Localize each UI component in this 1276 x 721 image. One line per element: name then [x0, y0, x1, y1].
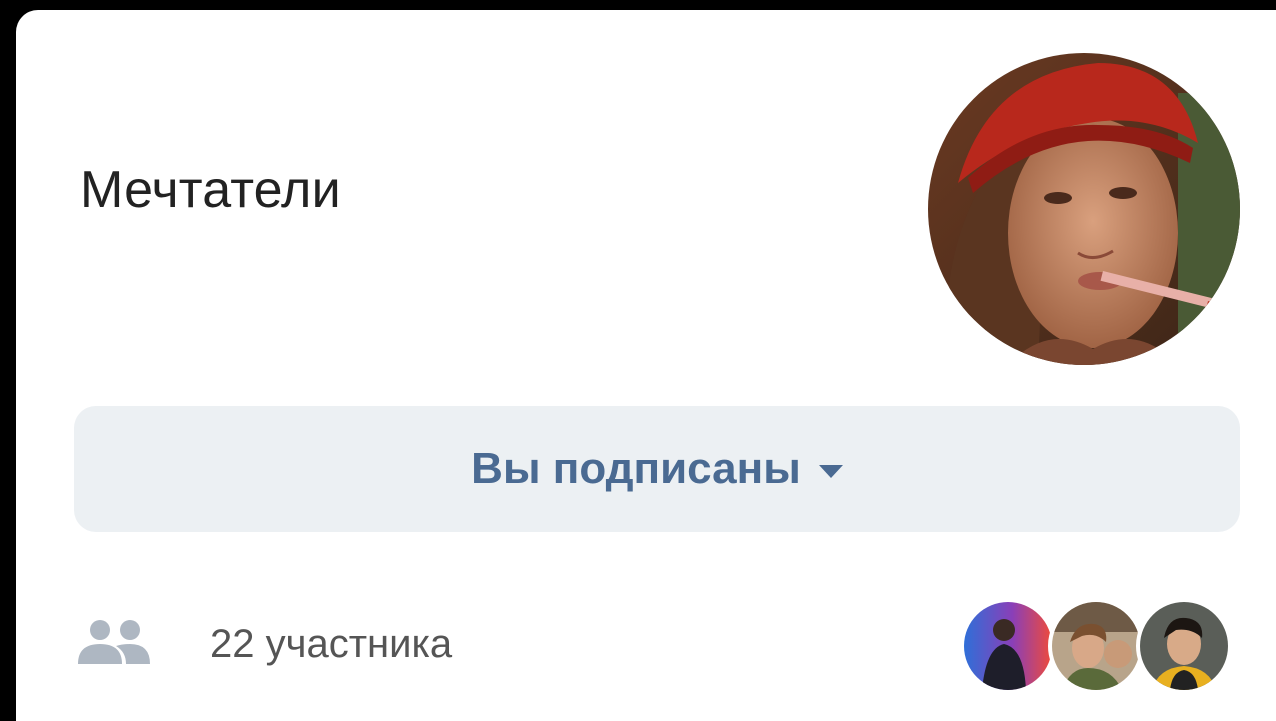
group-card: Мечтатели Вы подписаны 22 участника [16, 10, 1276, 721]
caret-down-icon [818, 464, 843, 478]
member-avatar [1048, 598, 1144, 694]
group-avatar[interactable] [928, 53, 1240, 365]
people-icon [78, 620, 150, 664]
group-avatar-image [928, 53, 1240, 365]
group-title: Мечтатели [80, 161, 341, 219]
member-avatars[interactable] [960, 594, 1240, 694]
member-avatar [960, 598, 1056, 694]
subscribed-label: Вы подписаны [471, 444, 801, 493]
members-count: 22 участника [210, 622, 453, 666]
members-row[interactable]: 22 участника [74, 594, 1240, 694]
member-avatar [1136, 598, 1232, 694]
subscribed-dropdown-button[interactable]: Вы подписаны [74, 406, 1240, 532]
